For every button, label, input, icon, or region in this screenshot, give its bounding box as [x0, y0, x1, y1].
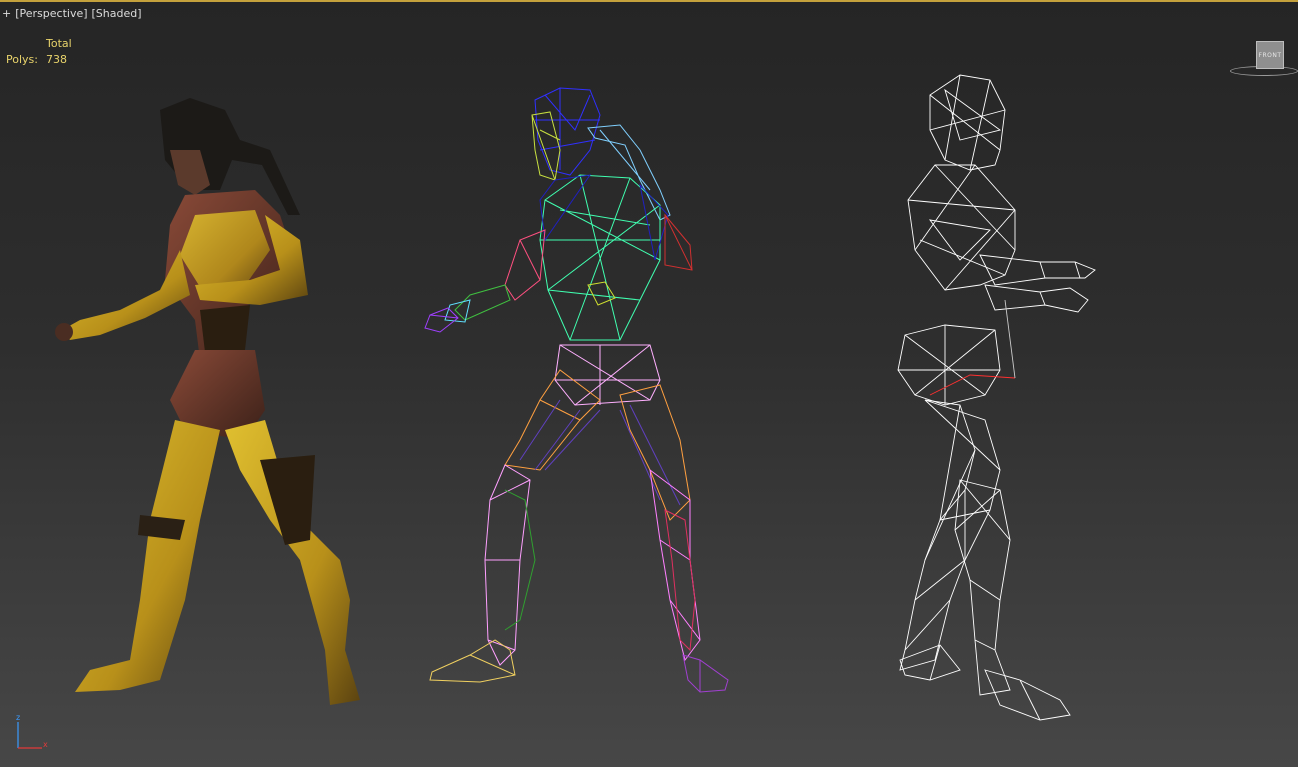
axis-x-label: x: [43, 740, 48, 749]
white-wireframe-character-model[interactable]: [0, 0, 1298, 767]
perspective-viewport[interactable]: + [Perspective] [Shaded] Total Polys: 738…: [0, 0, 1298, 767]
axis-z-label: z: [16, 713, 21, 722]
axis-tripod: z x: [10, 712, 60, 754]
